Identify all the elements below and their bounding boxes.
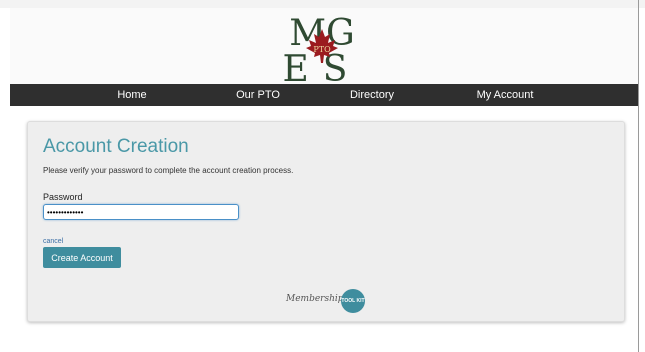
nav-item-my-account[interactable]: My Account — [460, 84, 550, 106]
site-header: MG ES PTO — [10, 8, 638, 84]
instructions-text: Please verify your password to complete … — [43, 166, 294, 175]
nav-item-directory[interactable]: Directory — [332, 84, 412, 106]
membership-toolkit-logo[interactable]: Membership TOOL KIT — [286, 287, 368, 315]
account-creation-panel: Account Creation Please verify your pass… — [27, 121, 625, 322]
nav-item-home[interactable]: Home — [92, 84, 172, 106]
create-account-button[interactable]: Create Account — [43, 247, 121, 268]
main-nav: Home Our PTO Directory My Account — [10, 84, 638, 106]
logo-emblem-text: PTO — [313, 45, 331, 54]
school-logo[interactable]: MG ES PTO — [281, 11, 363, 83]
toolkit-badge: TOOL KIT — [341, 289, 365, 313]
cancel-link[interactable]: cancel — [43, 238, 63, 245]
top-strip — [0, 0, 645, 8]
brand-script-text: Membership — [286, 294, 344, 304]
page-title: Account Creation — [43, 136, 189, 157]
window-edge — [638, 0, 639, 352]
password-label: Password — [43, 192, 83, 202]
password-field[interactable] — [43, 204, 239, 220]
nav-item-our-pto[interactable]: Our PTO — [218, 84, 298, 106]
